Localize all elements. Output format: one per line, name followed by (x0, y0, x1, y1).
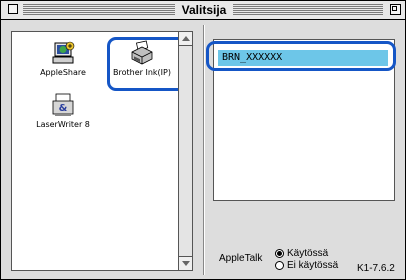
version-label: K1-7.6.2 (357, 263, 395, 274)
chooser-window: Valitsija AppleShare Brother Ink(IP) & L… (0, 0, 406, 280)
panel-divider (203, 25, 204, 275)
appletalk-on-label: Käytössä (287, 247, 329, 259)
svg-text:&: & (59, 103, 68, 114)
driver-item-label: Brother Ink(IP) (113, 68, 171, 77)
appletalk-on-option[interactable]: Käytössä (275, 247, 328, 259)
driver-item-appleshare[interactable]: AppleShare (26, 40, 100, 77)
radio-on-icon[interactable] (275, 248, 284, 258)
appletalk-off-option[interactable]: Ei käytössä (275, 259, 338, 271)
driver-item-label: LaserWriter 8 (36, 120, 90, 129)
laserwriter-icon: & (50, 92, 76, 118)
scroll-down-arrow-icon[interactable] (179, 256, 192, 270)
driver-item-brother[interactable]: Brother Ink(IP) (105, 40, 179, 77)
scroll-up-arrow-icon[interactable] (179, 32, 192, 46)
driver-list: AppleShare Brother Ink(IP) & LaserWriter… (11, 31, 193, 271)
appleshare-icon (50, 40, 76, 66)
appletalk-label: AppleTalk (219, 253, 263, 264)
zoom-box-icon[interactable] (390, 4, 401, 15)
close-box-icon[interactable] (8, 4, 18, 14)
printer-list: BRN_XXXXXX (213, 39, 395, 201)
driver-list-scrollbar[interactable] (178, 32, 192, 270)
driver-item-laserwriter[interactable]: & LaserWriter 8 (26, 92, 100, 129)
title-stripes-left (23, 4, 175, 15)
radio-off-icon[interactable] (275, 260, 284, 270)
driver-item-label: AppleShare (40, 68, 86, 77)
brother-printer-icon (129, 40, 155, 66)
appletalk-off-label: Ei käytössä (287, 259, 339, 271)
title-bar[interactable]: Valitsija (1, 1, 405, 20)
driver-list-items: AppleShare Brother Ink(IP) & LaserWriter… (12, 32, 189, 270)
printer-list-item[interactable]: BRN_XXXXXX (218, 50, 388, 66)
title-stripes-right (233, 4, 383, 15)
window-title: Valitsija (175, 2, 233, 18)
